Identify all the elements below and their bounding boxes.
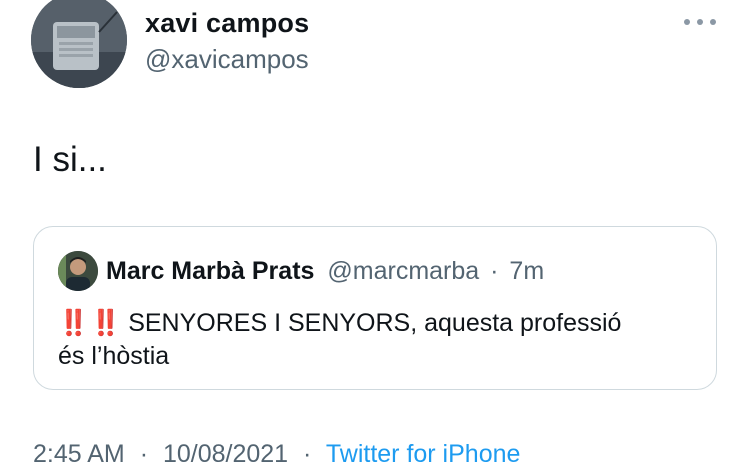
footer-separator: · — [303, 440, 312, 468]
quoted-timestamp: 7m — [509, 257, 545, 285]
quoted-text-line-1: SENYORES I SENYORS, aquesta professió — [128, 309, 622, 337]
quoted-tweet-text: ‼️ ‼️ SENYORES I SENYORS, aquesta profess… — [58, 307, 698, 373]
avatar-photo-icon — [31, 0, 127, 88]
quoted-separator: · — [490, 257, 499, 285]
footer-separator: · — [139, 440, 149, 468]
author-avatar[interactable] — [31, 0, 127, 88]
quoted-tweet[interactable]: Marc Marbà Prats @marcmarba · 7m ‼️ ‼️ SE… — [33, 226, 717, 390]
tweet-card: xavi campos @xavicampos I si... Marc Mar… — [0, 0, 749, 473]
author-display-name[interactable]: xavi campos — [145, 8, 309, 39]
quoted-avatar-photo-icon — [58, 251, 98, 291]
tweet-footer: 2:45 AM · 10/08/2021 · Twitter for iPhon… — [33, 440, 520, 469]
quoted-author-avatar — [58, 251, 98, 291]
quoted-author-name: Marc Marbà Prats — [106, 257, 315, 285]
tweet-time[interactable]: 2:45 AM — [33, 440, 125, 468]
tweet-text: I si... — [33, 140, 107, 179]
quoted-tweet-header: Marc Marbà Prats @marcmarba · 7m — [106, 257, 544, 286]
author-handle[interactable]: @xavicampos — [145, 44, 309, 75]
more-dot — [684, 19, 690, 25]
tweet-source-link[interactable]: Twitter for iPhone — [326, 440, 521, 468]
tweet-date[interactable]: 10/08/2021 — [163, 440, 288, 468]
more-dot — [710, 19, 716, 25]
quoted-author-handle: @marcmarba — [327, 257, 480, 285]
double-exclamation-emoji: ‼️ ‼️ — [58, 309, 121, 337]
quoted-text-line-2: és l’hòstia — [58, 342, 170, 370]
more-dot — [697, 19, 703, 25]
more-options-icon[interactable] — [684, 14, 716, 30]
